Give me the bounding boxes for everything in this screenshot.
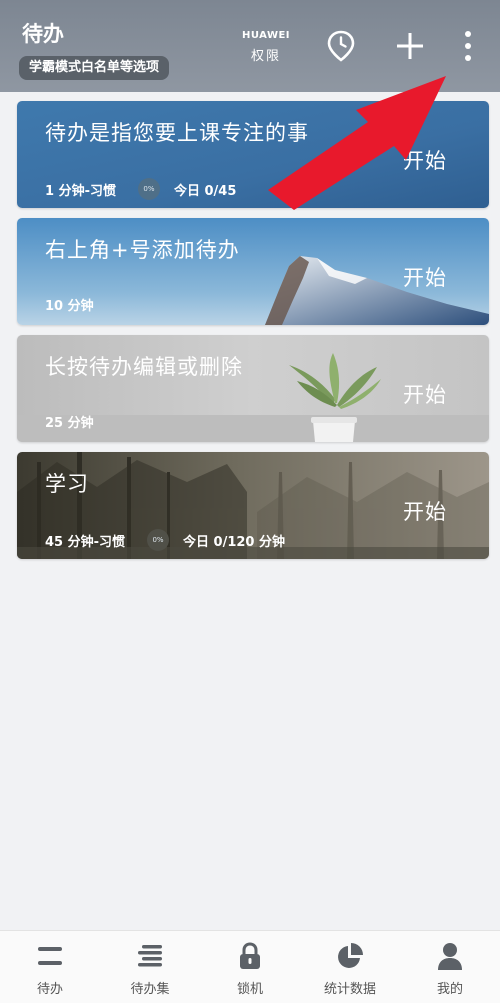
todo-meta: 10 分钟: [45, 295, 94, 314]
nav-label: 我的: [436, 982, 463, 997]
todo-duration: 25 分钟: [45, 416, 94, 431]
todo-today-progress: 今日 0/45: [173, 183, 237, 199]
nav-item-todo-set[interactable]: 待办集: [100, 931, 200, 1003]
nav-item-mine[interactable]: 我的: [400, 931, 500, 1003]
list-set-icon: [136, 942, 164, 970]
plus-icon[interactable]: [395, 31, 425, 61]
red-arrow-annotation: [268, 76, 446, 210]
nav-item-lock[interactable]: 锁机: [200, 931, 300, 1003]
start-button[interactable]: 开始: [403, 262, 447, 292]
nav-label: 待办集: [130, 982, 170, 997]
pie-chart-icon: [336, 942, 364, 970]
todo-meta: 25 分钟: [45, 412, 94, 431]
permission-brand: HUAWEI: [241, 30, 291, 41]
more-vertical-icon[interactable]: [463, 30, 473, 62]
start-button[interactable]: 开始: [403, 496, 447, 526]
todo-card[interactable]: 长按待办编辑或删除 25 分钟 开始: [17, 335, 489, 442]
todo-duration: 10 分钟: [45, 299, 94, 314]
nav-item-stats[interactable]: 统计数据: [300, 931, 400, 1003]
lock-icon: [236, 942, 264, 970]
todo-meta: 1 分钟-习惯 0% 今日 0/45: [45, 178, 236, 200]
todo-meta: 45 分钟-习惯 0% 今日 0/120 分钟: [45, 529, 285, 551]
person-icon: [436, 942, 464, 970]
todo-title: 长按待办编辑或删除: [45, 355, 243, 379]
todo-duration: 1 分钟-习惯: [45, 183, 116, 199]
start-button[interactable]: 开始: [403, 379, 447, 409]
mode-options-chip[interactable]: 学霸模式白名单等选项: [19, 56, 170, 80]
todo-card[interactable]: 右上角+号添加待办 10 分钟 开始: [17, 218, 489, 325]
page-title: 待办: [22, 22, 64, 46]
todo-duration: 45 分钟-习惯: [45, 534, 126, 550]
todo-card[interactable]: 学习 45 分钟-习惯 0% 今日 0/120 分钟 开始: [17, 452, 489, 559]
nav-item-todo[interactable]: 待办: [0, 931, 100, 1003]
progress-ring: 0%: [137, 178, 160, 200]
nav-label: 待办: [36, 982, 63, 997]
permission-button[interactable]: HUAWEI 权限: [238, 30, 294, 64]
bottom-navigation: 待办 待办集 锁机 统计数据 我的: [0, 930, 500, 1003]
todo-title: 学习: [45, 472, 89, 496]
list-icon: [36, 942, 64, 970]
nav-label: 锁机: [236, 982, 263, 997]
location-clock-icon[interactable]: [327, 30, 355, 62]
progress-ring: 0%: [147, 529, 170, 551]
todo-title: 右上角+号添加待办: [45, 238, 240, 262]
nav-label: 统计数据: [323, 982, 376, 997]
todo-today-progress: 今日 0/120 分钟: [183, 534, 285, 550]
